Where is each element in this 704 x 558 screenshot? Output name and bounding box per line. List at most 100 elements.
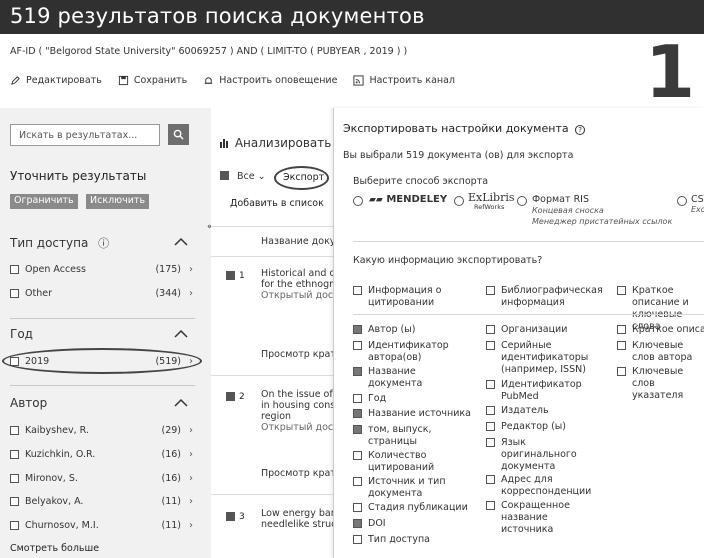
checkbox[interactable] <box>10 496 19 506</box>
checkbox[interactable] <box>617 286 626 295</box>
checkbox[interactable] <box>353 503 362 512</box>
checkbox[interactable] <box>486 406 495 415</box>
field-abbrev-source-title[interactable]: Сокращенное название источника <box>486 500 581 536</box>
set-alert-button[interactable]: Настроить оповещение <box>203 75 337 86</box>
limit-button[interactable]: Ограничить <box>10 194 78 209</box>
field-volume-issue-pages[interactable]: том, выпуск, страницы <box>353 424 443 448</box>
search-within-input[interactable]: Искать в результатах... <box>10 124 160 146</box>
checkbox[interactable] <box>10 449 19 459</box>
field-author-keywords[interactable]: Ключевые слов автора <box>617 340 704 364</box>
field-affiliations[interactable]: Организации <box>486 324 611 336</box>
checkbox[interactable] <box>486 341 495 350</box>
checkbox[interactable] <box>10 520 19 530</box>
field-editors[interactable]: Редактор (ы) <box>486 421 596 433</box>
row-checkbox[interactable] <box>226 271 235 280</box>
checkbox[interactable] <box>353 409 362 418</box>
field-pubmed-id[interactable]: Идентификатор PubMed <box>486 379 596 403</box>
checkbox[interactable] <box>486 475 495 484</box>
facet-author[interactable]: Mironov, S. (16) › <box>10 471 195 485</box>
radio-csv[interactable] <box>677 196 687 206</box>
csv-option[interactable]: CSV Exc <box>691 194 704 214</box>
checkbox[interactable] <box>353 367 362 376</box>
field-year[interactable]: Год <box>353 393 473 405</box>
checkbox[interactable] <box>486 325 495 334</box>
year-heading[interactable]: Год <box>10 327 33 341</box>
analyze-results-link[interactable]: Анализировать р <box>220 136 343 150</box>
radio-refworks[interactable] <box>454 196 464 206</box>
see-more-link[interactable]: Смотреть больше <box>10 543 99 554</box>
group-biblio-checkbox[interactable]: Библиографическая информация <box>486 285 606 309</box>
checkbox[interactable] <box>353 286 362 295</box>
refworks-option[interactable]: ExLibris RefWorks <box>468 192 515 211</box>
view-abstract-link[interactable]: Просмотр крат <box>261 349 336 360</box>
radio-ris[interactable] <box>517 196 527 206</box>
checkbox[interactable] <box>617 325 626 334</box>
access-type-heading[interactable]: Тип доступа ⓘ <box>10 235 109 251</box>
checkbox[interactable] <box>617 341 626 350</box>
field-document-title[interactable]: Название документа <box>353 366 443 390</box>
field-authors[interactable]: Автор (ы) <box>353 324 473 336</box>
ris-option[interactable]: Формат RIS Концевая сноска Менеджер прис… <box>532 194 672 227</box>
field-doi[interactable]: DOI <box>353 518 453 530</box>
checkbox[interactable] <box>353 394 362 403</box>
facet-author[interactable]: Kuzichkin, O.R. (16) › <box>10 447 195 461</box>
mendeley-option[interactable]: ▰▰ MENDELEY <box>369 194 447 205</box>
checkbox[interactable] <box>353 341 362 350</box>
search-button[interactable] <box>168 124 189 145</box>
author-heading[interactable]: Автор <box>10 396 47 410</box>
checkbox[interactable] <box>10 425 19 435</box>
checkbox[interactable] <box>486 286 495 295</box>
checkbox[interactable] <box>10 264 19 274</box>
select-all-control[interactable]: Все ⌄ <box>220 171 266 182</box>
view-abstract-link[interactable]: Просмотр крат <box>261 468 336 479</box>
facet-other[interactable]: Other (344) › <box>10 286 195 300</box>
add-to-list-button[interactable]: Добавить в список <box>230 198 324 209</box>
group-citation-checkbox[interactable]: Информация о цитировании <box>353 285 463 309</box>
checkbox[interactable] <box>10 473 19 483</box>
facet-open-access[interactable]: Open Access (175) › <box>10 262 195 276</box>
select-all-checkbox[interactable] <box>220 171 229 180</box>
field-abstract[interactable]: Краткое описан <box>617 324 704 336</box>
radio-mendeley[interactable] <box>353 196 363 206</box>
field-citation-count[interactable]: Количество цитирований <box>353 450 453 474</box>
checkbox[interactable] <box>353 519 362 528</box>
checkbox[interactable] <box>486 422 495 431</box>
facet-author[interactable]: Kaibyshev, R. (29) › <box>10 423 195 437</box>
field-original-language[interactable]: Язык оригинального документа <box>486 437 577 473</box>
checkbox[interactable] <box>10 288 19 298</box>
checkbox[interactable] <box>486 438 495 447</box>
chevron-up-icon[interactable] <box>174 329 188 339</box>
checkbox[interactable] <box>353 451 362 460</box>
checkbox[interactable] <box>486 380 495 389</box>
facet-author[interactable]: Churnosov, M.I. (11) › <box>10 518 195 532</box>
edit-button[interactable]: Редактировать <box>10 75 102 86</box>
field-index-keywords[interactable]: Ключевые слов указателя <box>617 366 704 402</box>
field-publication-stage[interactable]: Стадия публикации <box>353 502 478 514</box>
field-author-id[interactable]: Идентификатор автора(ов) <box>353 340 453 364</box>
chevron-up-icon[interactable] <box>174 237 188 247</box>
help-icon[interactable]: ? <box>575 125 586 135</box>
checkbox[interactable] <box>353 535 362 544</box>
field-label: DOI <box>368 518 386 529</box>
checkbox[interactable] <box>617 367 626 376</box>
field-serial-ids[interactable]: Серийные идентификаторы (например, ISSN) <box>486 340 596 376</box>
checkbox[interactable] <box>353 425 362 434</box>
checkbox[interactable] <box>486 501 495 510</box>
checkbox[interactable] <box>353 477 362 486</box>
facet-author[interactable]: Belyakov, A. (11) › <box>10 494 195 508</box>
checkbox[interactable] <box>353 325 362 334</box>
page-title: 519 результатов поиска документов <box>10 4 425 28</box>
field-access-type[interactable]: Тип доступа <box>353 534 453 546</box>
field-source-doc-type[interactable]: Источник и тип документа <box>353 476 453 500</box>
column-header-title[interactable]: Название доку <box>261 236 335 247</box>
facet-label: Belyakov, A. <box>25 495 84 507</box>
set-feed-button[interactable]: Настроить канал <box>353 75 455 86</box>
exclude-button[interactable]: Исключить <box>86 194 150 209</box>
save-button[interactable]: Сохранить <box>118 75 187 86</box>
field-correspondence[interactable]: Адрес для корреспонденции <box>486 474 596 498</box>
field-source-title[interactable]: Название источника <box>353 408 483 420</box>
field-publisher[interactable]: Издатель <box>486 405 596 417</box>
row-checkbox[interactable] <box>226 512 235 521</box>
row-checkbox[interactable] <box>226 392 235 401</box>
chevron-up-icon[interactable] <box>174 398 188 408</box>
